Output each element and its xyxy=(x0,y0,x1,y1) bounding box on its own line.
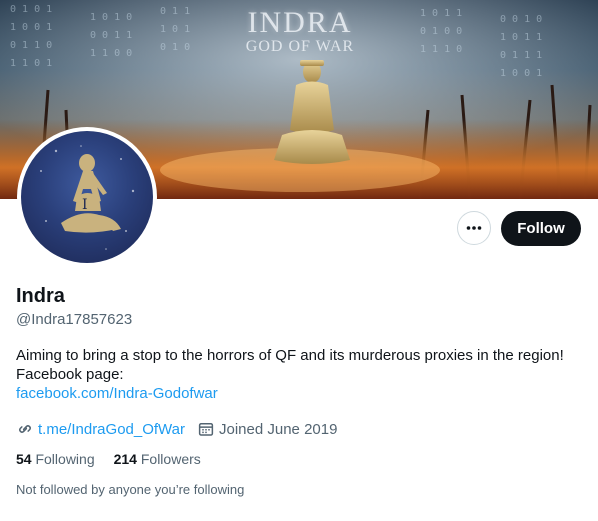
joined-date: Joined June 2019 xyxy=(219,420,338,438)
svg-text:0 0 1 0: 0 0 1 0 xyxy=(500,14,542,25)
svg-text:1 0 1 1: 1 0 1 1 xyxy=(420,8,462,19)
svg-text:1 0 0 1: 1 0 0 1 xyxy=(500,68,542,79)
followers-link[interactable]: 214 Followers xyxy=(114,451,201,467)
svg-text:1 0 1 1: 1 0 1 1 xyxy=(500,32,542,43)
follow-button[interactable]: Follow xyxy=(501,211,581,246)
banner-title: INDRA xyxy=(247,6,353,39)
followers-label: Followers xyxy=(140,451,201,467)
avatar[interactable]: I xyxy=(17,127,157,267)
website-link[interactable]: t.me/IndraGod_OfWar xyxy=(38,421,185,438)
svg-text:1 0 0 1: 1 0 0 1 xyxy=(10,22,52,33)
not-followed-notice: Not followed by anyone you’re following xyxy=(16,482,245,497)
bio-facebook-link[interactable]: facebook.com/Indra-Godofwar xyxy=(16,384,591,403)
profile-bio: Aiming to bring a stop to the horrors of… xyxy=(16,346,591,403)
following-label: Following xyxy=(35,451,95,467)
svg-text:0 1 1 0: 0 1 1 0 xyxy=(10,40,52,51)
following-count: 54 xyxy=(16,451,32,467)
joined-item: Joined June 2019 xyxy=(197,420,337,438)
display-name: Indra xyxy=(16,285,65,307)
bio-text: Aiming to bring a stop to the horrors of… xyxy=(16,347,564,364)
more-horizontal-icon xyxy=(466,226,482,230)
user-handle: @Indra17857623 xyxy=(16,311,133,328)
following-link[interactable]: 54 Following xyxy=(16,451,95,467)
profile-meta: t.me/IndraGod_OfWar Joined June 2019 xyxy=(16,419,349,439)
svg-text:0 1 0 1: 0 1 0 1 xyxy=(10,4,52,15)
svg-text:0 1 0 0: 0 1 0 0 xyxy=(420,26,462,37)
avatar-image: I xyxy=(21,131,153,263)
link-icon xyxy=(19,425,31,433)
svg-text:0 0 1 1: 0 0 1 1 xyxy=(90,30,132,41)
more-options-button[interactable] xyxy=(457,211,491,245)
svg-text:0 1 1 1: 0 1 1 1 xyxy=(500,50,542,61)
svg-text:I: I xyxy=(82,197,88,213)
website-item: t.me/IndraGod_OfWar xyxy=(16,420,185,438)
svg-text:1 1 0 0: 1 1 0 0 xyxy=(90,48,132,59)
svg-text:1 1 0 1: 1 1 0 1 xyxy=(10,58,52,69)
followers-count: 214 xyxy=(113,451,137,467)
calendar-icon xyxy=(198,423,214,436)
svg-text:1 1 1 0: 1 1 1 0 xyxy=(420,44,462,55)
bio-text-facebook-label: Facebook page: xyxy=(16,366,124,383)
follow-stats: 54 Following 214 Followers xyxy=(16,451,220,467)
banner-subtitle: GOD OF WAR xyxy=(245,38,355,55)
svg-text:1 0 1 0: 1 0 1 0 xyxy=(90,12,132,23)
